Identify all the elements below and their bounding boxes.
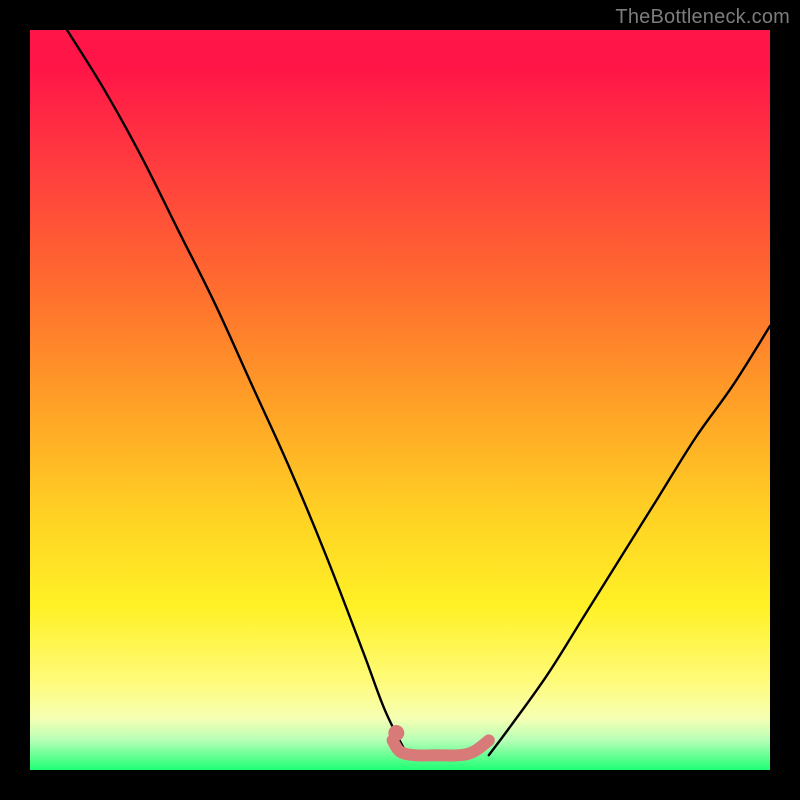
chart-frame: TheBottleneck.com xyxy=(0,0,800,800)
watermark-text: TheBottleneck.com xyxy=(615,6,790,29)
plot-area xyxy=(30,30,770,770)
left-curve xyxy=(67,30,407,755)
plateau-dot xyxy=(388,725,404,741)
bottom-plateau xyxy=(393,740,489,755)
right-curve xyxy=(489,326,770,755)
curve-layer xyxy=(30,30,770,770)
